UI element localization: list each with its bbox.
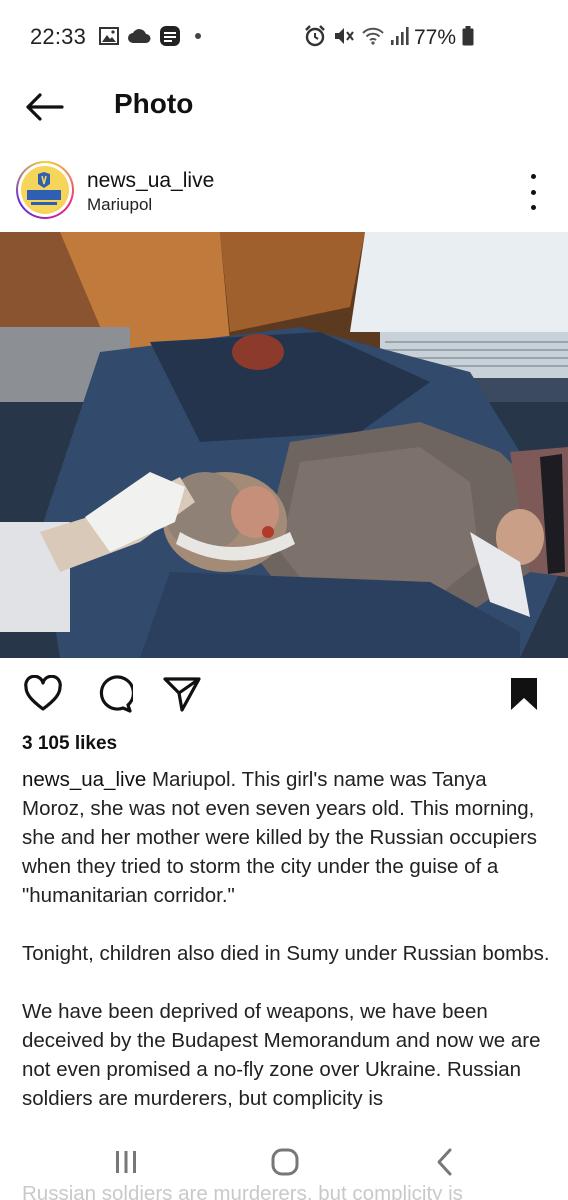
post-username[interactable]: news_ua_live: [87, 169, 214, 193]
back-button[interactable]: [20, 88, 68, 130]
post-caption: news_ua_live Mariupol. This girl's name …: [22, 765, 552, 1122]
caption-paragraph: Tonight, children also died in Sumy unde…: [22, 942, 550, 965]
post-photo[interactable]: [0, 232, 568, 658]
status-time: 22:33: [30, 24, 87, 49]
likes-count[interactable]: 3 105 likes: [22, 733, 117, 755]
post-location[interactable]: Mariupol: [87, 195, 152, 215]
recents-icon[interactable]: [96, 1144, 156, 1180]
home-icon[interactable]: [255, 1144, 315, 1180]
post-actions: [0, 672, 568, 718]
app-badge-icon: [158, 24, 182, 48]
post-header: news_ua_live Mariupol: [0, 152, 568, 230]
arrow-left-icon: [24, 92, 64, 127]
battery-icon: [460, 24, 476, 48]
caption-username[interactable]: news_ua_live: [22, 768, 146, 791]
cloud-icon: [126, 24, 152, 48]
alarm-icon: [302, 24, 328, 48]
system-nav-bar: Russian soldiers are murderers, but comp…: [0, 1124, 568, 1200]
gallery-icon: [98, 24, 120, 48]
caption-paragraph: We have been deprived of weapons, we hav…: [22, 1000, 541, 1110]
dot-icon: [192, 24, 204, 48]
status-bar: 22:33 77%: [0, 0, 568, 76]
back-icon[interactable]: [415, 1144, 475, 1180]
wifi-icon: [360, 24, 386, 48]
caption-paragraph: news_ua_live Mariupol. This girl's name …: [22, 765, 552, 910]
share-icon[interactable]: [160, 672, 204, 716]
scrolled-caption-ghost: Russian soldiers are murderers, but comp…: [22, 1182, 463, 1200]
page-title: Photo: [114, 88, 194, 119]
heart-icon[interactable]: [21, 672, 65, 716]
signal-icon: [388, 24, 410, 48]
battery-percent: 77%: [414, 26, 457, 49]
news-logo-icon: [21, 166, 69, 214]
avatar[interactable]: [16, 161, 74, 219]
bookmark-icon[interactable]: [502, 672, 546, 716]
app-header: Photo: [0, 76, 568, 142]
vertical-dots-icon[interactable]: [520, 174, 546, 210]
comment-icon[interactable]: [92, 672, 136, 716]
mute-icon: [332, 24, 356, 48]
